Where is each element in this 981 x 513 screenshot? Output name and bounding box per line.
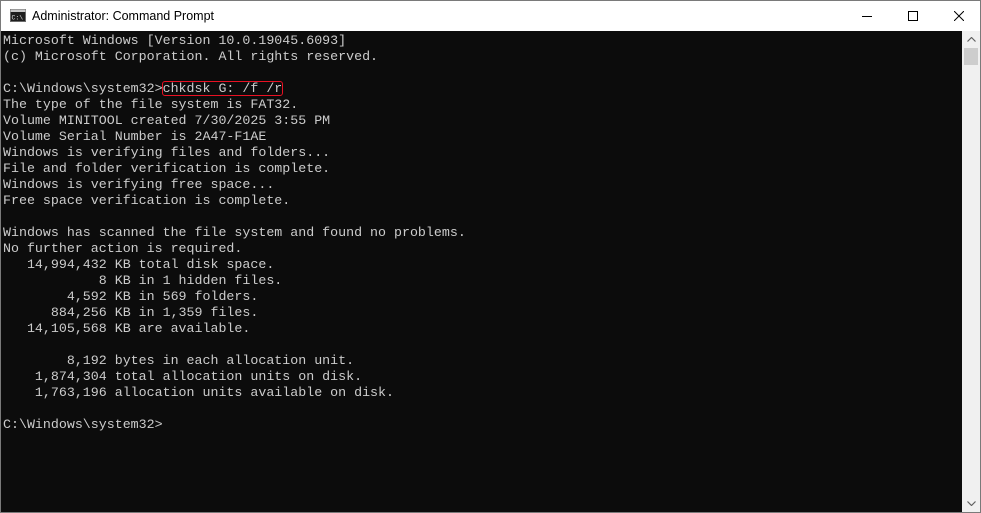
console-line: Microsoft Windows [Version 10.0.19045.60… [3, 33, 347, 48]
command-prompt-window: C:\ Administrator: Command Prompt Micros… [0, 0, 981, 513]
console-line: (c) Microsoft Corporation. All rights re… [3, 49, 379, 64]
current-prompt[interactable]: C:\Windows\system32> [3, 417, 466, 433]
console-line: Volume Serial Number is 2A47-F1AE [3, 129, 267, 144]
scroll-down-arrow-icon [966, 501, 976, 506]
minimize-button[interactable] [844, 1, 890, 31]
console-line: 4,592 KB in 569 folders. [3, 289, 259, 304]
console-line: Volume MINITOOL created 7/30/2025 3:55 P… [3, 113, 331, 128]
command-line: C:\Windows\system32>chkdsk G: /f /r [3, 81, 466, 97]
window-title: Administrator: Command Prompt [32, 9, 215, 23]
console-line: Free space verification is complete. [3, 193, 291, 208]
console-line: 14,994,432 KB total disk space. [3, 257, 275, 272]
console-line: Windows is verifying free space... [3, 177, 275, 192]
close-button[interactable] [936, 1, 980, 31]
console-line: 1,874,304 total allocation units on disk… [3, 369, 363, 384]
console-line: 8,192 bytes in each allocation unit. [3, 353, 355, 368]
console-line: 884,256 KB in 1,359 files. [3, 305, 259, 320]
scroll-thumb[interactable] [964, 48, 978, 65]
console-line: No further action is required. [3, 241, 243, 256]
command-prompt-path: C:\Windows\system32> [3, 81, 163, 96]
console-line: Windows is verifying files and folders..… [3, 145, 331, 160]
title-bar[interactable]: C:\ Administrator: Command Prompt [1, 1, 980, 31]
highlighted-command: chkdsk G: /f /r [161, 81, 284, 96]
minimize-icon [862, 16, 872, 17]
maximize-button[interactable] [890, 1, 936, 31]
console-line: File and folder verification is complete… [3, 161, 331, 176]
console-line: The type of the file system is FAT32. [3, 97, 299, 112]
scroll-down-button[interactable] [962, 495, 980, 512]
console-line: 8 KB in 1 hidden files. [3, 273, 283, 288]
maximize-icon [908, 11, 918, 21]
close-icon [954, 11, 964, 21]
console-line: 1,763,196 allocation units available on … [3, 385, 394, 400]
cmd-icon-text: C:\ [12, 15, 24, 22]
vertical-scrollbar[interactable] [962, 31, 980, 512]
scroll-up-arrow-icon [966, 37, 976, 42]
scroll-up-button[interactable] [962, 31, 980, 48]
cmd-icon: C:\ [10, 9, 26, 22]
console-lines: Microsoft Windows [Version 10.0.19045.60… [3, 33, 466, 433]
console-line: 14,105,568 KB are available. [3, 321, 251, 336]
console-line: Windows has scanned the file system and … [3, 225, 466, 240]
console-output[interactable]: Microsoft Windows [Version 10.0.19045.60… [1, 31, 962, 512]
